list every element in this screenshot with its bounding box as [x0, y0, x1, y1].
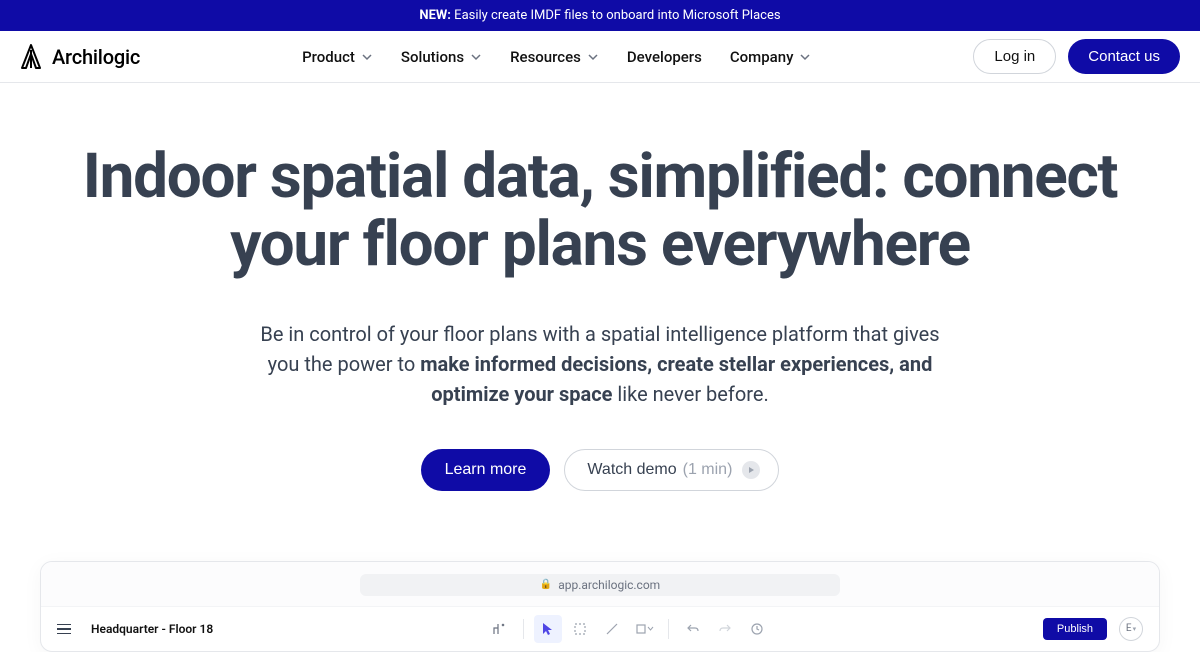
lock-icon: 🔒: [540, 579, 552, 590]
brand-name: Archilogic: [52, 45, 140, 69]
history-icon[interactable]: [743, 615, 771, 643]
header-actions: Log in Contact us: [973, 39, 1180, 74]
shape-tool-icon[interactable]: [630, 615, 658, 643]
toolbar-tools: [485, 615, 771, 643]
nav-solutions[interactable]: Solutions: [401, 48, 482, 66]
redo-icon[interactable]: [711, 615, 739, 643]
chevron-down-icon: [799, 51, 811, 63]
draw-tool-icon[interactable]: [598, 615, 626, 643]
app-preview-window: 🔒 app.archilogic.com Headquarter - Floor…: [40, 561, 1160, 652]
nav-company-label: Company: [730, 48, 794, 66]
toolbar-left: Headquarter - Floor 18: [57, 622, 213, 636]
nav-product-label: Product: [302, 48, 355, 66]
announcement-prefix: NEW:: [419, 8, 451, 23]
publish-button[interactable]: Publish: [1043, 618, 1107, 640]
watch-demo-hint: (1 min): [683, 461, 733, 479]
select-tool-icon[interactable]: [566, 615, 594, 643]
divider: [668, 619, 669, 639]
nav-product[interactable]: Product: [302, 48, 373, 66]
chevron-down-icon: [647, 625, 654, 632]
hero-subtitle: Be in control of your floor plans with a…: [250, 319, 950, 409]
watch-demo-label: Watch demo: [587, 461, 676, 479]
logo-icon: [20, 44, 42, 70]
toolbar-right: Publish E ▾: [1043, 617, 1143, 641]
hero-section: Indoor spatial data, simplified: connect…: [0, 83, 1200, 521]
user-avatar[interactable]: E ▾: [1119, 617, 1143, 641]
nav-developers[interactable]: Developers: [627, 48, 702, 66]
app-toolbar: Headquarter - Floor 18 Publish E ▾: [41, 607, 1159, 651]
floor-name: Headquarter - Floor 18: [91, 622, 213, 636]
nav-developers-label: Developers: [627, 48, 702, 66]
hero-cta-group: Learn more Watch demo (1 min): [40, 449, 1160, 491]
site-header: Archilogic Product Solutions Resources D…: [0, 31, 1200, 83]
announcement-text: Easily create IMDF files to onboard into…: [451, 8, 781, 23]
url-pill: 🔒 app.archilogic.com: [360, 574, 840, 596]
nav-resources-label: Resources: [510, 48, 581, 66]
app-preview-section: 🔒 app.archilogic.com Headquarter - Floor…: [0, 521, 1200, 652]
chevron-down-icon: ▾: [1133, 625, 1137, 633]
pointer-tool-icon[interactable]: [534, 615, 562, 643]
layout-tool-icon[interactable]: [485, 615, 513, 643]
login-button[interactable]: Log in: [973, 39, 1056, 74]
announcement-bar[interactable]: NEW: Easily create IMDF files to onboard…: [0, 0, 1200, 31]
nav-solutions-label: Solutions: [401, 48, 464, 66]
watch-demo-button[interactable]: Watch demo (1 min): [564, 449, 779, 491]
chevron-down-icon: [361, 51, 373, 63]
main-nav: Product Solutions Resources Developers C…: [302, 48, 811, 66]
brand-logo[interactable]: Archilogic: [20, 44, 140, 70]
nav-resources[interactable]: Resources: [510, 48, 599, 66]
divider: [523, 619, 524, 639]
learn-more-button[interactable]: Learn more: [421, 449, 551, 491]
play-icon: [742, 461, 760, 479]
hero-title: Indoor spatial data, simplified: connect…: [40, 143, 1160, 279]
url-text: app.archilogic.com: [558, 578, 660, 592]
undo-icon[interactable]: [679, 615, 707, 643]
chevron-down-icon: [470, 51, 482, 63]
hero-sub-suffix: like never before.: [612, 382, 768, 406]
contact-button[interactable]: Contact us: [1068, 39, 1180, 74]
nav-company[interactable]: Company: [730, 48, 812, 66]
chevron-down-icon: [587, 51, 599, 63]
menu-icon[interactable]: [57, 624, 71, 635]
avatar-initial: E: [1126, 623, 1132, 634]
browser-urlbar: 🔒 app.archilogic.com: [41, 562, 1159, 607]
